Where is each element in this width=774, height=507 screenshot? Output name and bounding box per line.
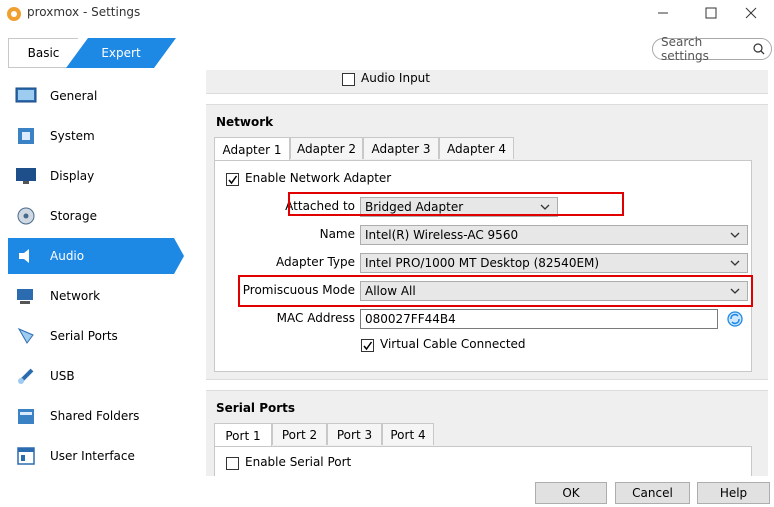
- audio-icon: [14, 244, 38, 268]
- help-button[interactable]: Help: [697, 482, 770, 504]
- sidebar-item-label: Display: [50, 169, 95, 183]
- tab-port-2[interactable]: Port 2: [272, 423, 327, 445]
- serial-ports-group-title: Serial Ports: [216, 401, 296, 415]
- network-group-title: Network: [216, 115, 274, 129]
- adapter-tabs: Adapter 1 Adapter 2 Adapter 3 Adapter 4: [214, 137, 514, 161]
- sidebar-item-shared-folders[interactable]: Shared Folders: [8, 398, 174, 434]
- tab-port-4[interactable]: Port 4: [382, 423, 434, 445]
- checkmark-icon: [363, 341, 373, 351]
- tab-adapter-3[interactable]: Adapter 3: [363, 137, 439, 159]
- checkmark-icon: [228, 175, 238, 185]
- search-input[interactable]: Search settings: [652, 35, 772, 63]
- basic-mode-tab[interactable]: Basic: [8, 38, 78, 68]
- refresh-mac-icon[interactable]: [726, 310, 744, 328]
- sidebar-item-network[interactable]: Network: [8, 278, 174, 314]
- name-label: Name: [319, 227, 355, 241]
- virtual-cable-connected-label: Virtual Cable Connected: [380, 337, 526, 351]
- user-interface-icon: [14, 444, 38, 468]
- tab-adapter-2[interactable]: Adapter 2: [290, 137, 363, 159]
- mode-tabs: Basic Expert: [8, 38, 176, 68]
- enable-serial-port-label: Enable Serial Port: [245, 455, 352, 469]
- general-icon: [14, 84, 38, 108]
- shared-folders-icon: [14, 404, 38, 428]
- enable-network-adapter-checkbox[interactable]: [226, 173, 239, 186]
- sidebar-item-label: Network: [50, 289, 101, 303]
- settings-sidebar: General System Display Storage Audio Net…: [8, 76, 184, 476]
- sidebar-item-label: User Interface: [50, 449, 135, 463]
- settings-content: Audio Input Network Adapter 1 Adapter 2 …: [206, 70, 768, 476]
- window-title: proxmox - Settings: [27, 5, 141, 19]
- sidebar-item-usb[interactable]: USB: [8, 358, 174, 394]
- mac-address-label: MAC Address: [276, 311, 355, 325]
- attached-to-highlight: [288, 192, 624, 216]
- audio-group: Audio Input: [206, 70, 768, 94]
- chevron-down-icon: [730, 260, 740, 266]
- sidebar-item-label: General: [50, 89, 98, 103]
- storage-icon: [14, 204, 38, 228]
- tab-port-3[interactable]: Port 3: [327, 423, 382, 445]
- serial-ports-group: Serial Ports Port 1 Port 2 Port 3 Port 4…: [206, 390, 768, 476]
- sidebar-item-system[interactable]: System: [8, 118, 174, 154]
- sidebar-item-label: Serial Ports: [50, 329, 118, 343]
- expert-mode-tab[interactable]: Expert: [66, 38, 176, 68]
- serial-ports-icon: [14, 324, 38, 348]
- sidebar-item-display[interactable]: Display: [8, 158, 174, 194]
- serial-port-tabs: Port 1 Port 2 Port 3 Port 4: [214, 423, 434, 447]
- audio-input-label: Audio Input: [361, 71, 430, 85]
- adapter-type-combo[interactable]: Intel PRO/1000 MT Desktop (82540EM): [360, 253, 748, 273]
- sidebar-item-label: USB: [50, 369, 75, 383]
- sidebar-item-storage[interactable]: Storage: [8, 198, 174, 234]
- cancel-button[interactable]: Cancel: [615, 482, 690, 504]
- virtual-cable-connected-checkbox[interactable]: [361, 339, 374, 352]
- sidebar-item-user-interface[interactable]: User Interface: [8, 438, 174, 474]
- port-1-page: Enable Serial Port: [214, 446, 752, 476]
- sidebar-item-label: Storage: [50, 209, 97, 223]
- name-value: Intel(R) Wireless-AC 9560: [365, 228, 519, 242]
- search-placeholder: Search settings: [661, 35, 709, 63]
- name-combo[interactable]: Intel(R) Wireless-AC 9560: [360, 225, 748, 245]
- audio-input-checkbox[interactable]: [342, 73, 355, 86]
- system-icon: [14, 124, 38, 148]
- adapter-type-value: Intel PRO/1000 MT Desktop (82540EM): [365, 256, 600, 270]
- minimize-icon[interactable]: [640, 0, 686, 26]
- adapter-1-page: Enable Network Adapter Attached to Bridg…: [214, 160, 753, 372]
- search-icon: [753, 43, 765, 55]
- enable-network-adapter-label: Enable Network Adapter: [245, 171, 392, 185]
- close-icon[interactable]: [728, 0, 774, 26]
- mac-address-field[interactable]: 080027FF44B4: [360, 309, 718, 329]
- tab-adapter-1[interactable]: Adapter 1: [214, 137, 290, 161]
- title-bar: proxmox - Settings: [0, 0, 774, 26]
- tab-port-1[interactable]: Port 1: [214, 423, 272, 447]
- sidebar-item-label: Shared Folders: [50, 409, 140, 423]
- ok-button[interactable]: OK: [535, 482, 607, 504]
- enable-serial-port-checkbox[interactable]: [226, 457, 239, 470]
- adapter-type-label: Adapter Type: [276, 255, 355, 269]
- tab-adapter-4[interactable]: Adapter 4: [439, 137, 514, 159]
- display-icon: [14, 164, 38, 188]
- virtualbox-app-icon: [6, 6, 22, 22]
- network-icon: [14, 284, 38, 308]
- mac-address-value: 080027FF44B4: [365, 312, 456, 326]
- promiscuous-mode-highlight: [238, 275, 753, 307]
- chevron-down-icon: [730, 232, 740, 238]
- usb-icon: [14, 364, 38, 388]
- sidebar-item-label: Audio: [50, 249, 85, 263]
- sidebar-item-audio[interactable]: Audio: [8, 238, 184, 274]
- network-group: Network Adapter 1 Adapter 2 Adapter 3 Ad…: [206, 104, 768, 380]
- sidebar-item-general[interactable]: General: [8, 78, 174, 114]
- sidebar-item-serial-ports[interactable]: Serial Ports: [8, 318, 174, 354]
- sidebar-item-label: System: [50, 129, 95, 143]
